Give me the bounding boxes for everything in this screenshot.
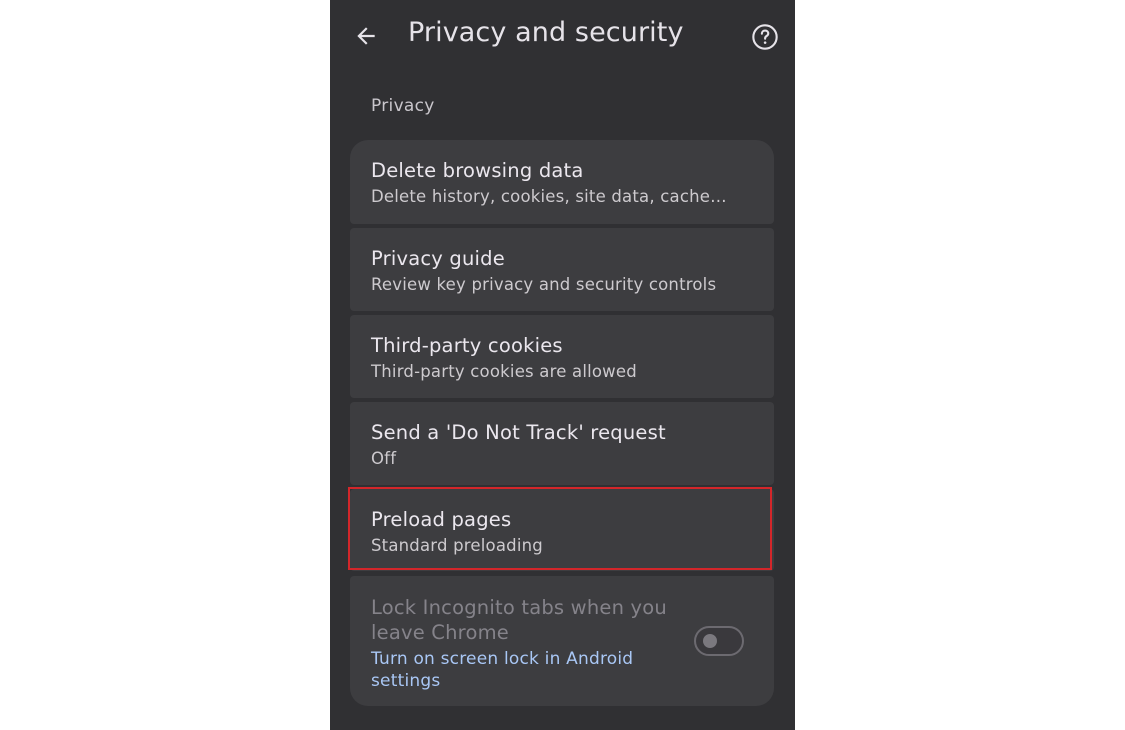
setting-subtitle: Third-party cookies are allowed — [371, 362, 637, 381]
setting-preload-pages[interactable]: Preload pages Standard preloading — [350, 489, 774, 571]
setting-lock-incognito-tabs: Lock Incognito tabs when you leave Chrom… — [350, 576, 774, 706]
setting-title: Delete browsing data — [371, 159, 584, 182]
back-button[interactable] — [348, 18, 384, 54]
setting-third-party-cookies[interactable]: Third-party cookies Third-party cookies … — [350, 315, 774, 398]
help-circle-icon — [752, 24, 778, 50]
setting-title-disabled: Lock Incognito tabs when you leave Chrom… — [371, 596, 667, 644]
setting-delete-browsing-data[interactable]: Delete browsing data Delete history, coo… — [350, 140, 774, 224]
setting-subtitle: Standard preloading — [371, 536, 543, 555]
setting-subtitle: Off — [371, 449, 397, 468]
setting-privacy-guide[interactable]: Privacy guide Review key privacy and sec… — [350, 228, 774, 311]
help-button[interactable] — [749, 21, 781, 53]
lock-incognito-toggle[interactable] — [694, 626, 744, 656]
screen-lock-settings-link[interactable]: Turn on screen lock in Android settings — [371, 648, 671, 692]
setting-title: Preload pages — [371, 508, 512, 531]
section-header-privacy: Privacy — [371, 96, 435, 116]
arrow-back-icon — [357, 27, 375, 45]
setting-do-not-track[interactable]: Send a 'Do Not Track' request Off — [350, 402, 774, 485]
page-title: Privacy and security — [408, 17, 684, 48]
toggle-knob — [703, 634, 717, 648]
setting-title: Send a 'Do Not Track' request — [371, 421, 666, 444]
setting-subtitle: Delete history, cookies, site data, cach… — [371, 187, 727, 206]
settings-screen: Privacy and security Privacy Delete brow… — [330, 0, 795, 730]
top-app-bar: Privacy and security — [330, 0, 795, 76]
setting-title: Privacy guide — [371, 247, 505, 270]
setting-title: Third-party cookies — [371, 334, 563, 357]
setting-subtitle: Review key privacy and security controls — [371, 275, 717, 294]
